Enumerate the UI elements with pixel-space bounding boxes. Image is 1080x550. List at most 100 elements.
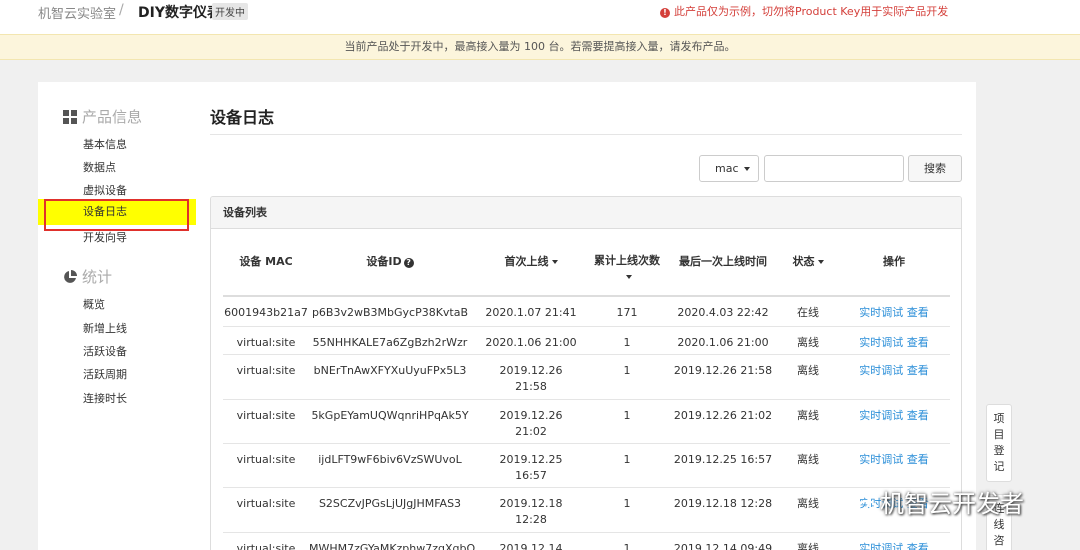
cell-ops: 实时调试 查看 <box>838 452 950 468</box>
sidebar-group-label: 产品信息 <box>82 108 143 126</box>
column-header-status[interactable]: 状态 <box>778 253 838 269</box>
cell-mac: virtual:site <box>236 409 296 422</box>
cell-last: 2019.12.18 12:28 <box>673 497 773 510</box>
column-header-ops: 操作 <box>883 255 905 268</box>
column-header-mac: 设备 MAC <box>239 255 293 268</box>
cell-last: 2019.12.26 21:58 <box>673 364 773 377</box>
realtime-debug-link[interactable]: 实时调试 <box>859 542 903 550</box>
view-link[interactable]: 查看 <box>907 542 929 550</box>
cell-last: 2019.12.25 16:57 <box>673 453 773 466</box>
cell-mac: virtual:site <box>236 336 296 349</box>
sidebar-item-dev-guide[interactable]: 开发向导 <box>83 229 127 245</box>
cell-ops: 实时调试 查看 <box>838 305 950 321</box>
view-link[interactable]: 查看 <box>907 453 929 466</box>
column-header-online-count[interactable]: 累计上线次数 <box>586 253 668 285</box>
table-row: virtual:site ijdLFT9wF6biv6VzSWUvoL 2019.1… <box>223 444 950 488</box>
cell-ops: 实时调试 查看 <box>838 335 950 351</box>
sidebar-item-overview[interactable]: 概览 <box>83 296 105 312</box>
wechat-icon <box>848 493 876 514</box>
first-online-time: 16:57 <box>515 469 547 482</box>
sidebar-item-basic-info[interactable]: 基本信息 <box>83 136 127 152</box>
sidebar-item-data-points[interactable]: 数据点 <box>83 159 116 175</box>
cell-mac: virtual:site <box>236 497 296 510</box>
title-divider <box>210 134 962 135</box>
realtime-debug-link[interactable]: 实时调试 <box>859 336 903 349</box>
sort-caret-icon <box>817 260 824 264</box>
cell-mac: 6001943b21a7 <box>224 306 308 319</box>
filter-field-select[interactable]: mac <box>699 155 759 182</box>
view-link[interactable]: 查看 <box>907 364 929 377</box>
cell-id: bNErTnAwXFYXuUyuFPx5L3 <box>313 364 467 377</box>
sidebar-item-new-online[interactable]: 新增上线 <box>83 320 127 336</box>
column-header-device-id: 设备ID? <box>309 253 471 269</box>
cell-status: 离线 <box>797 364 819 377</box>
cell-status: 离线 <box>797 453 819 466</box>
cell-first: 2019.12.14 <box>477 541 585 550</box>
cell-count: 171 <box>616 306 638 319</box>
column-header-label: 设备ID <box>366 255 402 268</box>
table-row: virtual:site MWHM7zGYaMKzphw7zqXgbQ 2019.1… <box>223 533 950 550</box>
sidebar-item-active-devices[interactable]: 活跃设备 <box>83 343 127 359</box>
realtime-debug-link[interactable]: 实时调试 <box>859 306 903 319</box>
watermark: 机智云开发者 <box>848 484 1024 519</box>
cell-mac: virtual:site <box>236 453 296 466</box>
cell-id: MWHM7zGYaMKzphw7zqXgbQ <box>309 542 476 550</box>
breadcrumb-current: DIY数字仪表 <box>138 5 221 21</box>
view-link[interactable]: 查看 <box>907 306 929 319</box>
cell-status: 在线 <box>797 306 819 319</box>
product-key-warning: ! 此产品仅为示例，切勿将Product Key用于实际产品开发 <box>660 3 948 19</box>
sidebar: 产品信息 基本信息 数据点 虚拟设备 设备日志 开发向导 统计 概览 新增上线 … <box>38 82 196 550</box>
first-online-date: 2020.1.07 21:41 <box>485 306 577 319</box>
warning-text: 此产品仅为示例，切勿将Product Key用于实际产品开发 <box>674 5 949 18</box>
cell-count: 1 <box>623 542 631 550</box>
cell-count: 1 <box>623 497 631 510</box>
breadcrumb-root[interactable]: 机智云实验室 <box>38 3 116 22</box>
cell-last: 2019.12.26 21:02 <box>673 409 773 422</box>
view-link[interactable]: 查看 <box>907 409 929 422</box>
column-header-label: 累计上线次数 <box>594 254 660 267</box>
sidebar-item-active-period[interactable]: 活跃周期 <box>83 366 127 382</box>
table-row: virtual:site 5kGpEYamUQWqnriHPqAk5Y 2019.1… <box>223 400 950 444</box>
column-header-label: 状态 <box>792 255 815 268</box>
first-online-date: 2019.12.25 <box>499 453 563 466</box>
search-button[interactable]: 搜索 <box>908 155 962 182</box>
panel-title: 设备列表 <box>211 197 961 229</box>
realtime-debug-link[interactable]: 实时调试 <box>859 364 903 377</box>
main-panel: 设备日志 mac 搜索 设备列表 设备 MAC 设备ID? 首次上线 累计上线次… <box>196 82 976 550</box>
cell-first: 2019.12.25 16:57 <box>477 452 585 484</box>
sort-caret-icon <box>625 275 632 279</box>
first-online-date: 2019.12.18 <box>499 497 563 510</box>
cell-count: 1 <box>623 364 631 377</box>
search-input[interactable] <box>764 155 904 182</box>
realtime-debug-link[interactable]: 实时调试 <box>859 453 903 466</box>
table-row: virtual:site bNErTnAwXFYXuUyuFPx5L3 2019.1… <box>223 355 950 400</box>
help-icon[interactable]: ? <box>403 258 414 268</box>
first-online-date: 2019.12.26 <box>499 364 563 377</box>
table-row: 6001943b21a7 p6B3v2wB3MbGycP38KvtaB 2020.1… <box>223 297 950 327</box>
cell-last: 2019.12.14 09:49 <box>673 542 773 550</box>
table-row: virtual:site S2SCZvJPGsLjUJgJHMFAS3 2019.1… <box>223 488 950 533</box>
cell-id: p6B3v2wB3MbGycP38KvtaB <box>311 306 469 319</box>
cell-first: 2019.12.18 12:28 <box>477 496 585 528</box>
grid-icon <box>63 110 77 124</box>
realtime-debug-link[interactable]: 实时调试 <box>859 409 903 422</box>
cell-id: 55NHHKALE7a6ZgBzh2rWzr <box>312 336 468 349</box>
sidebar-item-connection-time[interactable]: 连接时长 <box>83 390 127 406</box>
top-bar: 机智云实验室 / DIY数字仪表 开发中 ! 此产品仅为示例，切勿将Product… <box>0 0 1080 34</box>
sidebar-item-virtual-device[interactable]: 虚拟设备 <box>83 182 127 198</box>
page-title: 设备日志 <box>210 108 275 127</box>
cell-ops: 实时调试 查看 <box>838 408 950 424</box>
watermark-text: 机智云开发者 <box>880 490 1024 518</box>
cell-id: 5kGpEYamUQWqnriHPqAk5Y <box>311 409 469 422</box>
pie-chart-icon <box>64 270 77 283</box>
cell-id: ijdLFT9wF6biv6VzSWUvoL <box>318 453 462 466</box>
column-header-first-online[interactable]: 首次上线 <box>477 253 585 269</box>
view-link[interactable]: 查看 <box>907 336 929 349</box>
project-register-button[interactable]: 项目登记 <box>986 404 1012 482</box>
cell-last: 2020.1.06 21:00 <box>677 336 769 349</box>
cell-status: 离线 <box>797 542 819 550</box>
cell-mac: virtual:site <box>236 364 296 377</box>
alert-icon: ! <box>660 8 670 18</box>
first-online-date: 2020.1.06 21:00 <box>485 336 577 349</box>
cell-last: 2020.4.03 22:42 <box>677 306 769 319</box>
